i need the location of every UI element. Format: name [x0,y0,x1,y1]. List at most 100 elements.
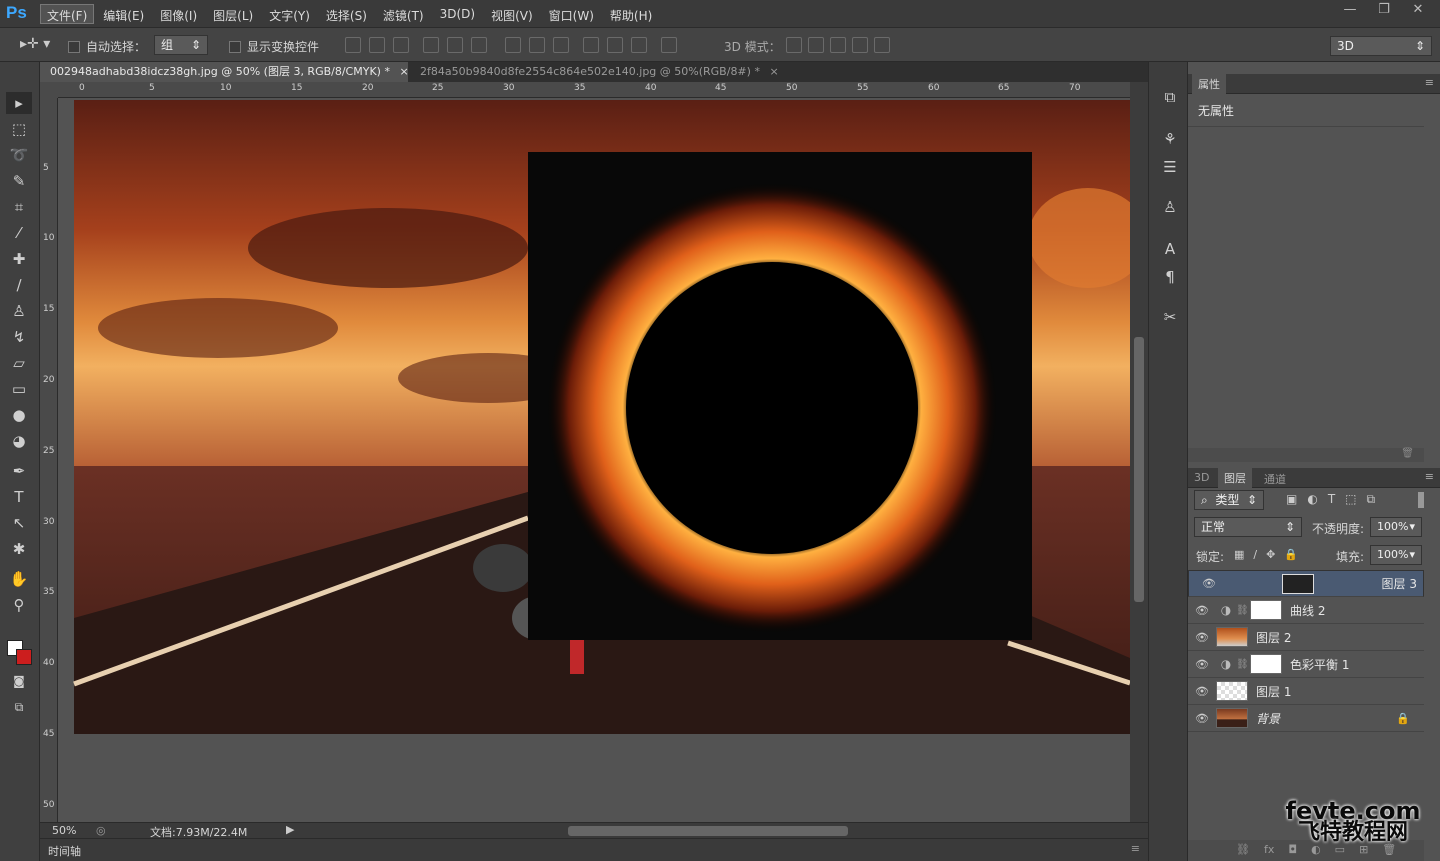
lock-image-icon[interactable]: ∕ [1253,548,1257,561]
character-panel-icon[interactable]: A [1157,238,1183,260]
menu-type[interactable]: 文字(Y) [262,4,317,24]
panel-menu-icon[interactable]: ≡ [1425,470,1434,483]
custom-shape-tool-icon[interactable]: ✱ [6,538,32,560]
move-tool-preset-icon[interactable]: ▸✛ ▾ [20,36,50,52]
tab-document-1[interactable]: 002948adhabd38idcz38gh.jpg @ 50% (图层 3, … [40,62,409,82]
3d-roll-icon[interactable] [808,37,824,53]
distribute-top-icon[interactable] [505,37,521,53]
menu-filter[interactable]: 滤镜(T) [376,4,431,24]
eraser-tool-icon[interactable]: ▱ [6,352,32,374]
menu-window[interactable]: 窗口(W) [542,4,601,24]
3d-slide-icon[interactable] [852,37,868,53]
canvas-area[interactable] [58,98,1130,822]
tab-layers[interactable]: 图层 [1218,468,1252,488]
dodge-tool-icon[interactable]: ◕ [6,430,32,452]
lock-position-icon[interactable]: ✥ [1266,548,1275,561]
align-top-icon[interactable] [345,37,361,53]
menu-3d[interactable]: 3D(D) [433,4,482,24]
restore-icon[interactable]: ❐ [1370,2,1398,20]
healing-brush-tool-icon[interactable]: ✚ [6,248,32,270]
align-hcenter-icon[interactable] [447,37,463,53]
panel-menu-icon[interactable]: ≡ [1425,76,1434,89]
align-vcenter-icon[interactable] [369,37,385,53]
status-arrow-icon[interactable]: ▶ [286,823,294,836]
brush-panel-icon[interactable]: ⚘ [1157,128,1183,150]
layer-name[interactable]: 图层 1 [1256,683,1291,700]
quick-mask-icon[interactable]: ◙ [6,670,32,692]
adjustments-panel-icon[interactable]: ☰ [1157,156,1183,178]
eyedropper-tool-icon[interactable]: ⁄ [6,222,32,244]
layer-row[interactable]: 👁 背景 🔒 [1188,705,1424,732]
background-color-swatch[interactable] [16,649,32,665]
visibility-eye-icon[interactable]: 👁 [1195,575,1223,593]
path-select-tool-icon[interactable]: ↖ [6,512,32,534]
add-mask-icon[interactable]: ◘ [1288,843,1297,856]
quick-select-tool-icon[interactable]: ✎ [6,170,32,192]
layer-name[interactable]: 图层 2 [1256,629,1291,646]
layer-name[interactable]: 色彩平衡 1 [1290,656,1349,673]
tool-presets-panel-icon[interactable]: ✂ [1157,306,1183,328]
distribute-hcenter-icon[interactable] [607,37,623,53]
panel-menu-icon[interactable]: ≡ [1131,842,1140,855]
visibility-eye-icon[interactable]: 👁 [1188,604,1216,617]
filter-shape-icon[interactable]: ⬚ [1345,492,1356,507]
tab-close-icon[interactable]: × [399,65,408,78]
history-brush-tool-icon[interactable]: ↯ [6,326,32,348]
gradient-tool-icon[interactable]: ▭ [6,378,32,400]
zoom-level[interactable]: 50% [52,824,76,837]
align-bottom-icon[interactable] [393,37,409,53]
distribute-vcenter-icon[interactable] [529,37,545,53]
menu-file[interactable]: 文件(F) [40,4,95,24]
distribute-right-icon[interactable] [631,37,647,53]
blur-tool-icon[interactable]: ● [6,404,32,426]
tab-channels[interactable]: 通道 [1264,471,1286,487]
type-tool-icon[interactable]: T [6,486,32,508]
vertical-scroll-thumb[interactable] [1134,337,1144,602]
fx-icon[interactable]: fx [1264,843,1274,856]
auto-select-dropdown[interactable]: 组 ⇕ [154,35,208,55]
tab-document-2[interactable]: 2f84a50b9840d8fe2554c864e502e140.jpg @ 5… [410,62,779,82]
link-layers-icon[interactable]: ⛓ [1236,843,1250,856]
screen-mode-icon[interactable]: ⧉ [6,696,32,718]
zoom-tool-icon[interactable]: ⚲ [6,594,32,616]
brush-tool-icon[interactable]: ∕ [6,274,32,296]
clone-stamp-tool-icon[interactable]: ♙ [6,300,32,322]
chain-link-icon[interactable]: ⛓ [1236,659,1250,670]
menu-view[interactable]: 视图(V) [484,4,540,24]
workspace-dropdown[interactable]: 3D ⇕ [1330,36,1432,56]
layer-row[interactable]: 👁 ◑ ⛓ 色彩平衡 1 [1188,651,1424,678]
hand-tool-icon[interactable]: ✋ [6,568,32,590]
marquee-tool-icon[interactable]: ⬚ [6,118,32,140]
show-transform-checkbox[interactable] [229,40,241,53]
horizontal-scroll-thumb[interactable] [568,826,848,836]
menu-help[interactable]: 帮助(H) [603,4,659,24]
distribute-bottom-icon[interactable] [553,37,569,53]
visibility-eye-icon[interactable]: 👁 [1188,658,1216,671]
align-right-icon[interactable] [471,37,487,53]
layer-row[interactable]: 👁 图层 2 [1188,624,1424,651]
layer-filter-dropdown[interactable]: ⌕ 类型 ⇕ [1194,490,1264,510]
menu-edit[interactable]: 编辑(E) [96,4,151,24]
align-left-icon[interactable] [423,37,439,53]
filter-toggle[interactable] [1418,492,1424,508]
distribute-left-icon[interactable] [583,37,599,53]
tab-properties[interactable]: 属性 [1192,74,1226,94]
lock-transparent-icon[interactable]: ▦ [1234,548,1244,561]
auto-align-icon[interactable] [661,37,677,53]
close-icon[interactable]: ✕ [1404,2,1432,20]
tab-3d[interactable]: 3D [1194,471,1209,484]
vertical-scrollbar[interactable] [1130,82,1148,822]
filter-type-icon[interactable]: T [1328,492,1335,507]
fill-input[interactable]: 100% ▾ [1370,545,1422,565]
layer-name[interactable]: 图层 3 [1382,575,1417,593]
layer-row[interactable]: 👁 ◑ ⛓ 曲线 2 [1188,597,1424,624]
visibility-eye-icon[interactable]: 👁 [1188,712,1216,725]
chain-link-icon[interactable]: ⛓ [1236,605,1250,616]
lasso-tool-icon[interactable]: ➰ [6,144,32,166]
3d-drag-icon[interactable] [830,37,846,53]
lock-all-icon[interactable]: 🔒 [1284,548,1298,561]
filter-smart-object-icon[interactable]: ⧉ [1367,492,1376,507]
opacity-input[interactable]: 100% ▾ [1370,517,1422,537]
layer-name[interactable]: 背景 [1256,710,1280,727]
visibility-eye-icon[interactable]: 👁 [1188,631,1216,644]
